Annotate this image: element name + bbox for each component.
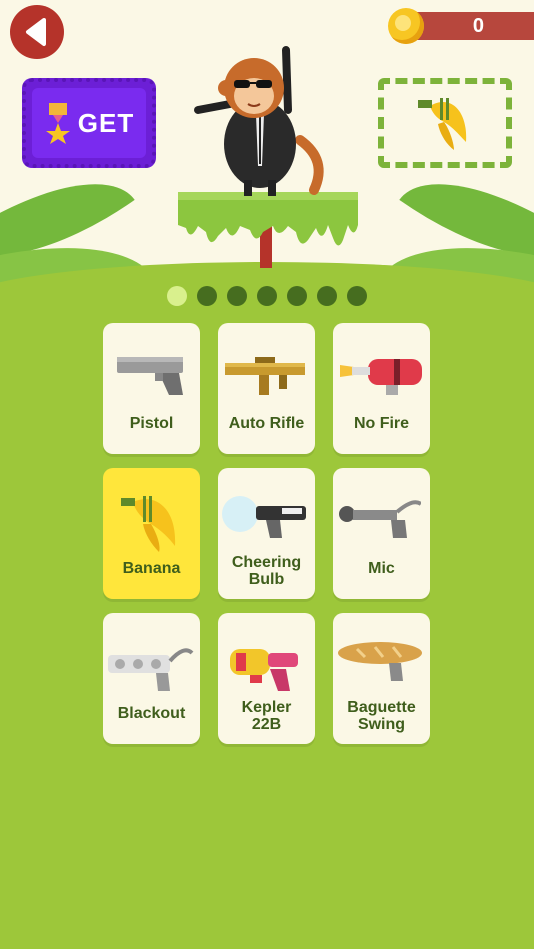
get-label: GET [77, 107, 135, 138]
coin-icon [388, 8, 424, 44]
back-button[interactable] [10, 5, 64, 59]
auto-rifle-icon [225, 357, 305, 395]
ray-gun-icon [230, 649, 298, 691]
weapon-label: Kepler 22B [241, 699, 292, 733]
weapon-label: Banana [122, 560, 181, 577]
banana-preview-icon [418, 98, 467, 150]
banana-icon [121, 496, 176, 552]
weapon-card-auto-rifle[interactable]: Auto Rifle [218, 323, 315, 454]
weapon-card-baguette-swing[interactable]: Baguette Swing [333, 613, 430, 744]
page-dot-4[interactable] [257, 286, 277, 306]
pistol-icon [117, 357, 183, 395]
back-arrow-icon [26, 18, 46, 46]
page-dot-2[interactable] [197, 286, 217, 306]
weapon-label: Mic [368, 560, 395, 577]
weapon-label: Blackout [117, 705, 186, 722]
weapon-label: Baguette Swing [347, 699, 416, 733]
weapon-grid: Pistol Auto Rifle No Fire Banana Cheerin… [103, 323, 430, 744]
coin-count: 0 [472, 15, 484, 37]
baguette-icon [338, 642, 422, 681]
weapon-card-cheering-bulb[interactable]: Cheering Bulb [218, 468, 315, 599]
page-dot-7[interactable] [347, 286, 367, 306]
weapon-card-banana[interactable]: Banana [103, 468, 200, 599]
power-strip-icon [108, 648, 194, 691]
weapon-card-no-fire[interactable]: No Fire [333, 323, 430, 454]
page-indicator [0, 286, 534, 306]
light-bulb-icon [222, 496, 306, 538]
page-dot-1[interactable] [167, 286, 187, 306]
medal-icon [45, 103, 70, 144]
equipped-weapon-preview[interactable] [378, 78, 512, 168]
weapon-select-screen: 0 GET Pistol Auto Rifle No Fire Banana C… [0, 0, 534, 949]
weapon-card-pistol[interactable]: Pistol [103, 323, 200, 454]
page-dot-6[interactable] [317, 286, 337, 306]
monkey-character [178, 46, 358, 268]
coin-counter: 0 [410, 12, 534, 40]
weapon-label: Auto Rifle [228, 415, 305, 432]
weapon-label: Cheering Bulb [231, 554, 302, 588]
weapon-card-blackout[interactable]: Blackout [103, 613, 200, 744]
weapon-label: No Fire [353, 415, 410, 432]
weapon-label: Pistol [129, 415, 174, 432]
microphone-icon [339, 500, 421, 538]
page-dot-3[interactable] [227, 286, 247, 306]
get-weapon-button[interactable]: GET [22, 78, 156, 168]
weapon-card-kepler-22b[interactable]: Kepler 22B [218, 613, 315, 744]
fire-extinguisher-icon [340, 359, 422, 395]
page-dot-5[interactable] [287, 286, 307, 306]
weapon-card-mic[interactable]: Mic [333, 468, 430, 599]
